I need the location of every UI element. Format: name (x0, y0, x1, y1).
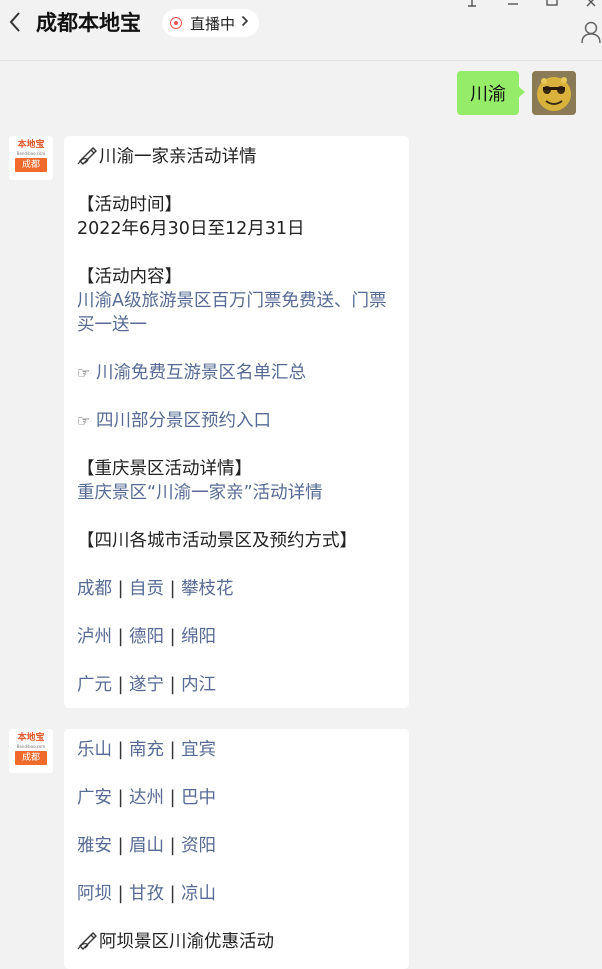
logo-text: 本地宝 (17, 733, 45, 743)
logo-city: 成都 (15, 158, 47, 172)
separator: | (164, 627, 182, 647)
city-link[interactable]: 南充 (129, 740, 164, 760)
pointing-hand-icon: ☞ (77, 412, 91, 430)
person-icon[interactable] (580, 20, 602, 44)
logo-city: 成都 (15, 751, 47, 765)
city-link[interactable]: 绵阳 (181, 627, 216, 647)
content-link-line2[interactable]: 买一送一 (77, 313, 147, 337)
sichuan-label: 【四川各城市活动景区及预约方式】 (77, 531, 357, 551)
maximize-icon[interactable] (545, 0, 559, 12)
heading-line: 川渝一家亲活动详情 (77, 145, 257, 169)
city-link[interactable]: 遂宁 (129, 675, 164, 695)
user-message-text: 川渝 (470, 84, 506, 105)
city-link[interactable]: 成都 (77, 579, 112, 599)
booking-line: ☞ 四川部分景区预约入口 (77, 409, 271, 433)
chongqing-label: 【重庆景区活动详情】 (77, 459, 252, 479)
city-row: 雅安 | 眉山 | 资阳 (77, 834, 216, 858)
minimize-icon[interactable] (506, 0, 520, 12)
logo-subtext: Bendibao.com (16, 151, 46, 156)
city-link[interactable]: 广安 (77, 788, 112, 808)
separator: | (112, 884, 130, 904)
message-bubble-1: 川渝一家亲活动详情 【活动时间】 2022年6月30日至12月31日 【活动内容… (64, 136, 409, 708)
city-link[interactable]: 凉山 (181, 884, 216, 904)
separator: | (112, 675, 130, 695)
separator: | (164, 788, 182, 808)
message-bubble-2: 乐山 | 南充 | 宜宾 广安 | 达州 | 巴中 雅安 | 眉山 | 资阳 阿… (64, 729, 409, 969)
chat-header: 成都本地宝 直播中 (0, 0, 602, 61)
bot-avatar[interactable]: 本地宝 Bendibao.com 成都 (9, 136, 53, 180)
live-label: 直播中 (190, 14, 236, 33)
writing-hand-icon (77, 147, 97, 165)
separator: | (164, 675, 182, 695)
city-link[interactable]: 自贡 (129, 579, 164, 599)
writing-hand-icon (77, 932, 97, 950)
chat-title[interactable]: 成都本地宝 (36, 8, 141, 38)
logo-subtext: Bendibao.com (16, 744, 46, 749)
time-value: 2022年6月30日至12月31日 (77, 219, 305, 239)
separator: | (112, 579, 130, 599)
live-button[interactable]: 直播中 (162, 9, 260, 37)
city-link[interactable]: 阿坝 (77, 884, 112, 904)
city-link[interactable]: 宜宾 (181, 740, 216, 760)
back-button[interactable] (8, 10, 28, 36)
city-link[interactable]: 内江 (181, 675, 216, 695)
separator: | (112, 836, 130, 856)
separator: | (112, 740, 130, 760)
pin-icon[interactable] (465, 0, 479, 12)
user-message-bubble[interactable]: 川渝 (457, 71, 525, 115)
city-link[interactable]: 雅安 (77, 836, 112, 856)
city-link[interactable]: 巴中 (181, 788, 216, 808)
separator: | (112, 788, 130, 808)
city-link[interactable]: 德阳 (129, 627, 164, 647)
aba-heading: 阿坝景区川渝优惠活动 (99, 932, 274, 952)
city-row: 广元 | 遂宁 | 内江 (77, 673, 216, 697)
bot-avatar[interactable]: 本地宝 Bendibao.com 成都 (9, 729, 53, 773)
city-link[interactable]: 泸州 (77, 627, 112, 647)
chongqing-link[interactable]: 重庆景区“川渝一家亲”活动详情 (77, 481, 323, 505)
content-label: 【活动内容】 (77, 267, 182, 287)
separator: | (164, 836, 182, 856)
logo-text: 本地宝 (17, 140, 45, 150)
city-row: 乐山 | 南充 | 宜宾 (77, 738, 216, 762)
content-link-line1[interactable]: 川渝A级旅游景区百万门票免费送、门票 (77, 289, 386, 313)
city-row: 泸州 | 德阳 | 绵阳 (77, 625, 216, 649)
free-list-link[interactable]: 川渝免费互游景区名单汇总 (96, 363, 306, 383)
close-icon[interactable] (584, 0, 598, 12)
booking-link[interactable]: 四川部分景区预约入口 (96, 411, 271, 431)
user-avatar[interactable] (532, 71, 576, 115)
separator: | (164, 740, 182, 760)
city-link[interactable]: 攀枝花 (181, 579, 234, 599)
city-link[interactable]: 达州 (129, 788, 164, 808)
city-link[interactable]: 甘孜 (129, 884, 164, 904)
live-dot-icon (170, 17, 182, 29)
city-link[interactable]: 广元 (77, 675, 112, 695)
separator: | (164, 884, 182, 904)
free-list-line: ☞ 川渝免费互游景区名单汇总 (77, 361, 306, 385)
user-message-row: 川渝 (0, 70, 602, 118)
city-link[interactable]: 眉山 (129, 836, 164, 856)
separator: | (112, 627, 130, 647)
chevron-right-icon (241, 15, 249, 31)
aba-heading-line: 阿坝景区川渝优惠活动 (77, 930, 274, 954)
city-link[interactable]: 资阳 (181, 836, 216, 856)
city-row: 广安 | 达州 | 巴中 (77, 786, 216, 810)
city-row: 成都 | 自贡 | 攀枝花 (77, 577, 234, 601)
city-link[interactable]: 乐山 (77, 740, 112, 760)
chevron-left-icon (9, 12, 20, 32)
separator: | (164, 579, 182, 599)
city-row: 阿坝 | 甘孜 | 凉山 (77, 882, 216, 906)
pointing-hand-icon: ☞ (77, 364, 91, 382)
message-heading: 川渝一家亲活动详情 (99, 147, 257, 167)
avatar-image (532, 71, 576, 115)
time-label: 【活动时间】 (77, 195, 182, 215)
